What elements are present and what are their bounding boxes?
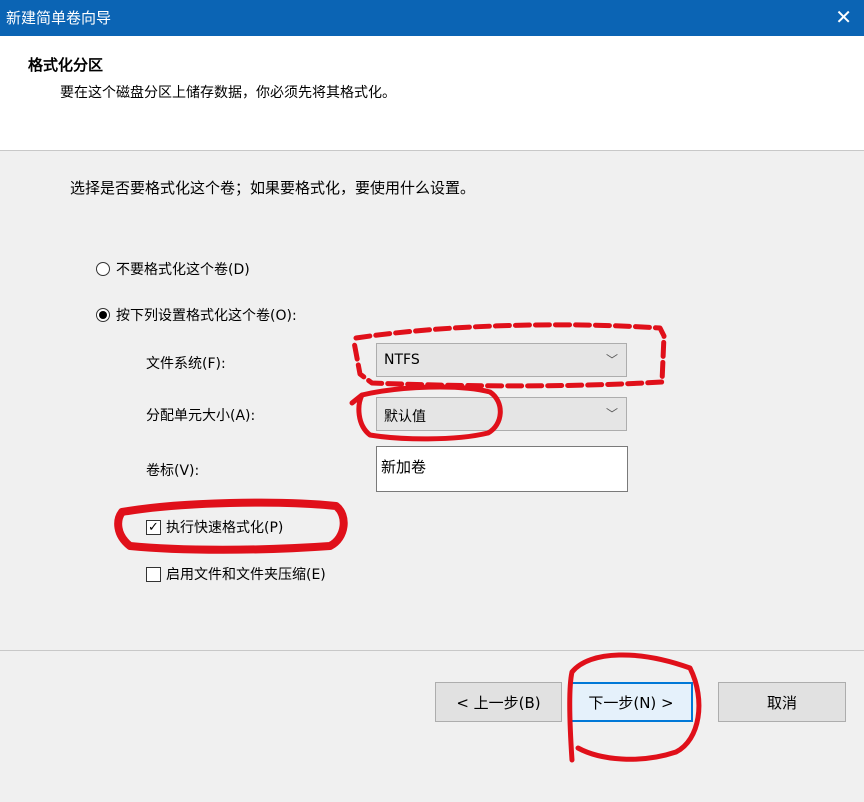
checkbox-quick-format[interactable]: ✓ 执行快速格式化(P) [146, 517, 283, 537]
radio-button[interactable] [96, 262, 110, 276]
chevron-down-icon: ﹀ [605, 353, 618, 367]
back-button[interactable]: < 上一步(B) [435, 682, 562, 722]
title-bar: 新建简单卷向导 ✕ [0, 0, 864, 36]
quick-format-label: 执行快速格式化(P) [166, 520, 284, 536]
radio-no-format-label: 不要格式化这个卷(D) [116, 262, 250, 278]
checkbox-compression[interactable]: 启用文件和文件夹压缩(E) [146, 564, 326, 584]
checkbox-unchecked[interactable] [146, 566, 161, 582]
next-button[interactable]: 下一步(N) > [569, 682, 693, 722]
allocation-label: 分配单元大小(A): [146, 408, 256, 424]
checkmark-icon[interactable]: ✓ [146, 519, 161, 535]
window-title: 新建简单卷向导 [6, 9, 112, 27]
filesystem-value: NTFS [384, 352, 420, 368]
allocation-select[interactable]: 默认值 ﹀ [376, 397, 627, 431]
header-divider [0, 150, 864, 151]
page-subtitle: 要在这个磁盘分区上储存数据，你必须先将其格式化。 [60, 85, 396, 101]
volume-label-value: 新加卷 [381, 458, 427, 476]
radio-format-label: 按下列设置格式化这个卷(O): [116, 308, 297, 324]
radio-button-selected[interactable] [96, 308, 110, 322]
footer-strip [0, 785, 864, 802]
filesystem-label: 文件系统(F): [146, 356, 226, 372]
volume-label-label: 卷标(V): [146, 463, 200, 479]
allocation-value: 默认值 [384, 409, 426, 425]
compression-label: 启用文件和文件夹压缩(E) [166, 567, 326, 583]
cancel-button[interactable]: 取消 [718, 682, 846, 722]
filesystem-select[interactable]: NTFS ﹀ [376, 343, 627, 377]
radio-no-format[interactable]: 不要格式化这个卷(D) [96, 259, 250, 279]
instruction-text: 选择是否要格式化这个卷；如果要格式化，要使用什么设置。 [70, 179, 476, 197]
radio-format[interactable]: 按下列设置格式化这个卷(O): [96, 305, 297, 325]
page-title: 格式化分区 [28, 56, 104, 74]
chevron-down-icon: ﹀ [605, 407, 618, 421]
close-icon[interactable]: ✕ [835, 5, 852, 29]
volume-label-input[interactable]: 新加卷 [376, 446, 628, 492]
footer-divider [0, 650, 864, 651]
